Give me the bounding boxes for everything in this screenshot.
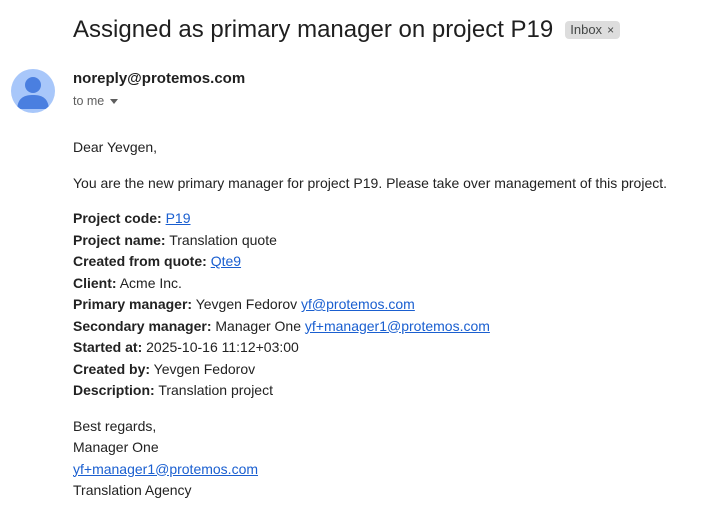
detail-secondary-manager: Secondary manager: Manager One yf+manage… xyxy=(73,316,698,338)
detail-label: Project name: xyxy=(73,231,166,248)
detail-value: Yevgen Fedorov xyxy=(195,296,298,312)
detail-value: Yevgen Fedorov xyxy=(153,360,256,377)
detail-project-name: Project name: Translation quote xyxy=(73,230,698,252)
inbox-label-text: Inbox xyxy=(570,22,603,37)
detail-label: Started at: xyxy=(73,339,143,355)
signature-closing: Best regards, xyxy=(73,417,157,434)
detail-created-from-quote: Created from quote: Qte9 xyxy=(73,251,698,273)
email-subject: Assigned as primary manager on project P… xyxy=(73,16,554,43)
recipient-details[interactable]: to me xyxy=(73,94,119,108)
secondary-manager-email-link[interactable]: yf+manager1@protemos.com xyxy=(305,318,490,334)
detail-label: Client: xyxy=(73,274,117,291)
detail-value: Manager One xyxy=(215,317,301,334)
signature-company: Translation Agency xyxy=(73,482,192,498)
project-code-link[interactable]: P19 xyxy=(166,210,191,226)
caret-down-icon[interactable] xyxy=(110,98,119,104)
close-icon[interactable]: × xyxy=(607,21,614,39)
greeting: Dear Yevgen, xyxy=(73,139,158,155)
email-subject-row: Assigned as primary manager on project P… xyxy=(73,14,621,46)
detail-label: Primary manager: xyxy=(73,296,193,312)
inbox-label-badge[interactable]: Inbox × xyxy=(565,21,621,39)
detail-client: Client: Acme Inc. xyxy=(73,273,698,295)
detail-label: Secondary manager: xyxy=(73,317,212,334)
detail-label: Created by: xyxy=(73,360,151,377)
detail-value: 2025-10-16 11:12+03:00 xyxy=(146,339,299,355)
detail-value: Translation quote xyxy=(169,231,277,248)
quote-link[interactable]: Qte9 xyxy=(211,253,241,269)
recipient-text: to me xyxy=(73,94,105,108)
detail-value: Acme Inc. xyxy=(119,274,182,291)
signature-email-row: yf+manager1@protemos.com xyxy=(73,459,698,481)
detail-label: Created from quote: xyxy=(73,253,207,269)
detail-created-by: Created by: Yevgen Fedorov xyxy=(73,359,698,381)
detail-label: Project code: xyxy=(73,210,162,226)
signature-name: Manager One xyxy=(73,439,159,455)
detail-primary-manager: Primary manager: Yevgen Fedorov yf@prote… xyxy=(73,294,698,316)
intro-text: You are the new primary manager for proj… xyxy=(73,174,668,191)
detail-value: Translation project xyxy=(158,382,273,398)
signature-email-link[interactable]: yf+manager1@protemos.com xyxy=(73,461,258,477)
detail-label: Description: xyxy=(73,382,155,398)
detail-description: Description: Translation project xyxy=(73,380,698,402)
detail-started-at: Started at: 2025-10-16 11:12+03:00 xyxy=(73,337,698,359)
sender-email[interactable]: noreply@protemos.com xyxy=(73,70,245,87)
detail-project-code: Project code: P19 xyxy=(73,208,698,230)
email-body: Dear Yevgen, You are the new primary man… xyxy=(73,137,698,502)
primary-manager-email-link[interactable]: yf@protemos.com xyxy=(301,296,415,312)
person-avatar-icon[interactable] xyxy=(11,69,55,113)
